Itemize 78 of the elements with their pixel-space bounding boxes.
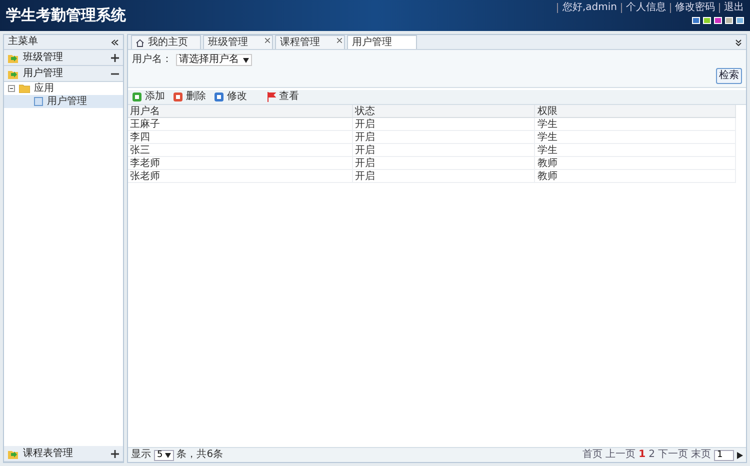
tree-node[interactable]: 应用 — [4, 82, 123, 95]
table-cell: 开启 — [352, 157, 536, 169]
toolbar-button[interactable]: 添加 — [132, 92, 165, 102]
column-header[interactable]: 状态 — [352, 105, 536, 117]
header-link[interactable]: 退出 — [719, 3, 744, 13]
table-cell: 教师 — [535, 157, 736, 169]
delete-icon — [173, 92, 183, 102]
folder-icon — [19, 84, 30, 93]
prev-page-link[interactable]: 上一页 — [606, 450, 636, 460]
accordion-title: 班级管理 — [23, 52, 64, 62]
page-jump-field[interactable]: 1 — [714, 450, 734, 460]
close-icon[interactable] — [265, 38, 270, 43]
column-header[interactable]: 权限 — [535, 105, 736, 117]
accordion-title: 用户管理 — [23, 68, 64, 78]
add-icon — [132, 92, 142, 102]
page-size-label: 显示 — [131, 450, 151, 460]
table-cell: 李老师 — [128, 157, 353, 169]
table-cell: 开启 — [352, 144, 536, 156]
theme-swatch[interactable] — [725, 17, 733, 24]
tab-menu-icon[interactable] — [735, 38, 742, 46]
document-icon — [34, 97, 43, 106]
folder-arrow-icon — [8, 52, 19, 62]
theme-swatch[interactable] — [692, 17, 700, 24]
user-select[interactable]: 请选择用户名 — [176, 54, 252, 66]
next-page-link[interactable]: 下一页 — [658, 450, 688, 460]
accordion-header[interactable]: 用户管理 — [4, 66, 123, 82]
page-size-select[interactable]: 5 — [154, 450, 174, 460]
page-number[interactable]: 2 — [648, 450, 655, 460]
table-cell: 开启 — [352, 131, 536, 143]
table-cell: 学生 — [535, 118, 736, 130]
tab[interactable]: 用户管理 — [347, 35, 417, 49]
table-cell: 张老师 — [128, 170, 353, 182]
accordion-title: 课程表管理 — [23, 448, 74, 458]
close-icon[interactable] — [337, 38, 342, 43]
header-link[interactable]: 个人信息 — [621, 3, 666, 13]
expand-icon[interactable] — [111, 54, 119, 62]
toolbar-button[interactable]: 删除 — [173, 92, 206, 102]
column-header[interactable]: 用户名 — [128, 105, 353, 117]
table-cell: 学生 — [535, 131, 736, 143]
theme-swatch[interactable] — [703, 17, 711, 24]
toolbar-button[interactable]: 修改 — [214, 92, 247, 102]
edit-icon — [214, 92, 224, 102]
tab[interactable]: 课程管理 — [275, 35, 345, 49]
tree-leaf[interactable]: 用户管理 — [4, 95, 123, 108]
go-icon[interactable] — [737, 452, 743, 458]
table-cell: 张三 — [128, 144, 353, 156]
caret-icon[interactable] — [243, 58, 249, 62]
expand-icon[interactable] — [111, 450, 119, 458]
app-title: 学生考勤管理系统 — [6, 5, 126, 26]
theme-swatch[interactable] — [714, 17, 722, 24]
search-button[interactable]: 检索 — [716, 68, 742, 84]
accordion-header[interactable]: 课程表管理 — [4, 446, 123, 462]
record-summary: 条，共6条 — [176, 450, 224, 460]
filter-label: 用户名： — [132, 55, 172, 65]
table-cell: 教师 — [535, 170, 736, 182]
folder-arrow-icon — [8, 448, 19, 458]
collapse-icon[interactable] — [8, 85, 15, 92]
table-cell: 李四 — [128, 131, 353, 143]
flag-icon — [267, 92, 276, 102]
table-cell: 王麻子 — [128, 118, 353, 130]
caret-icon[interactable] — [164, 452, 171, 458]
collapse-panel-icon[interactable] — [111, 38, 119, 46]
header-link[interactable]: 您好,admin — [557, 3, 617, 13]
table-cell: 开启 — [352, 118, 536, 130]
tab[interactable]: 我的主页 — [131, 35, 201, 49]
table-cell: 开启 — [352, 170, 536, 182]
folder-arrow-icon — [8, 68, 19, 78]
theme-swatch[interactable] — [736, 17, 744, 24]
page-number[interactable]: 1 — [638, 450, 646, 460]
tab[interactable]: 班级管理 — [203, 35, 273, 49]
first-page-link[interactable]: 首页 — [582, 450, 603, 460]
header-link[interactable]: 修改密码 — [670, 3, 715, 13]
home-icon — [136, 38, 144, 46]
table-cell: 学生 — [535, 144, 736, 156]
accordion-header[interactable]: 班级管理 — [4, 50, 123, 66]
toolbar-button[interactable]: 查看 — [267, 92, 299, 102]
sidebar-title: 主菜单 — [8, 37, 38, 47]
last-page-link[interactable]: 末页 — [691, 450, 711, 460]
